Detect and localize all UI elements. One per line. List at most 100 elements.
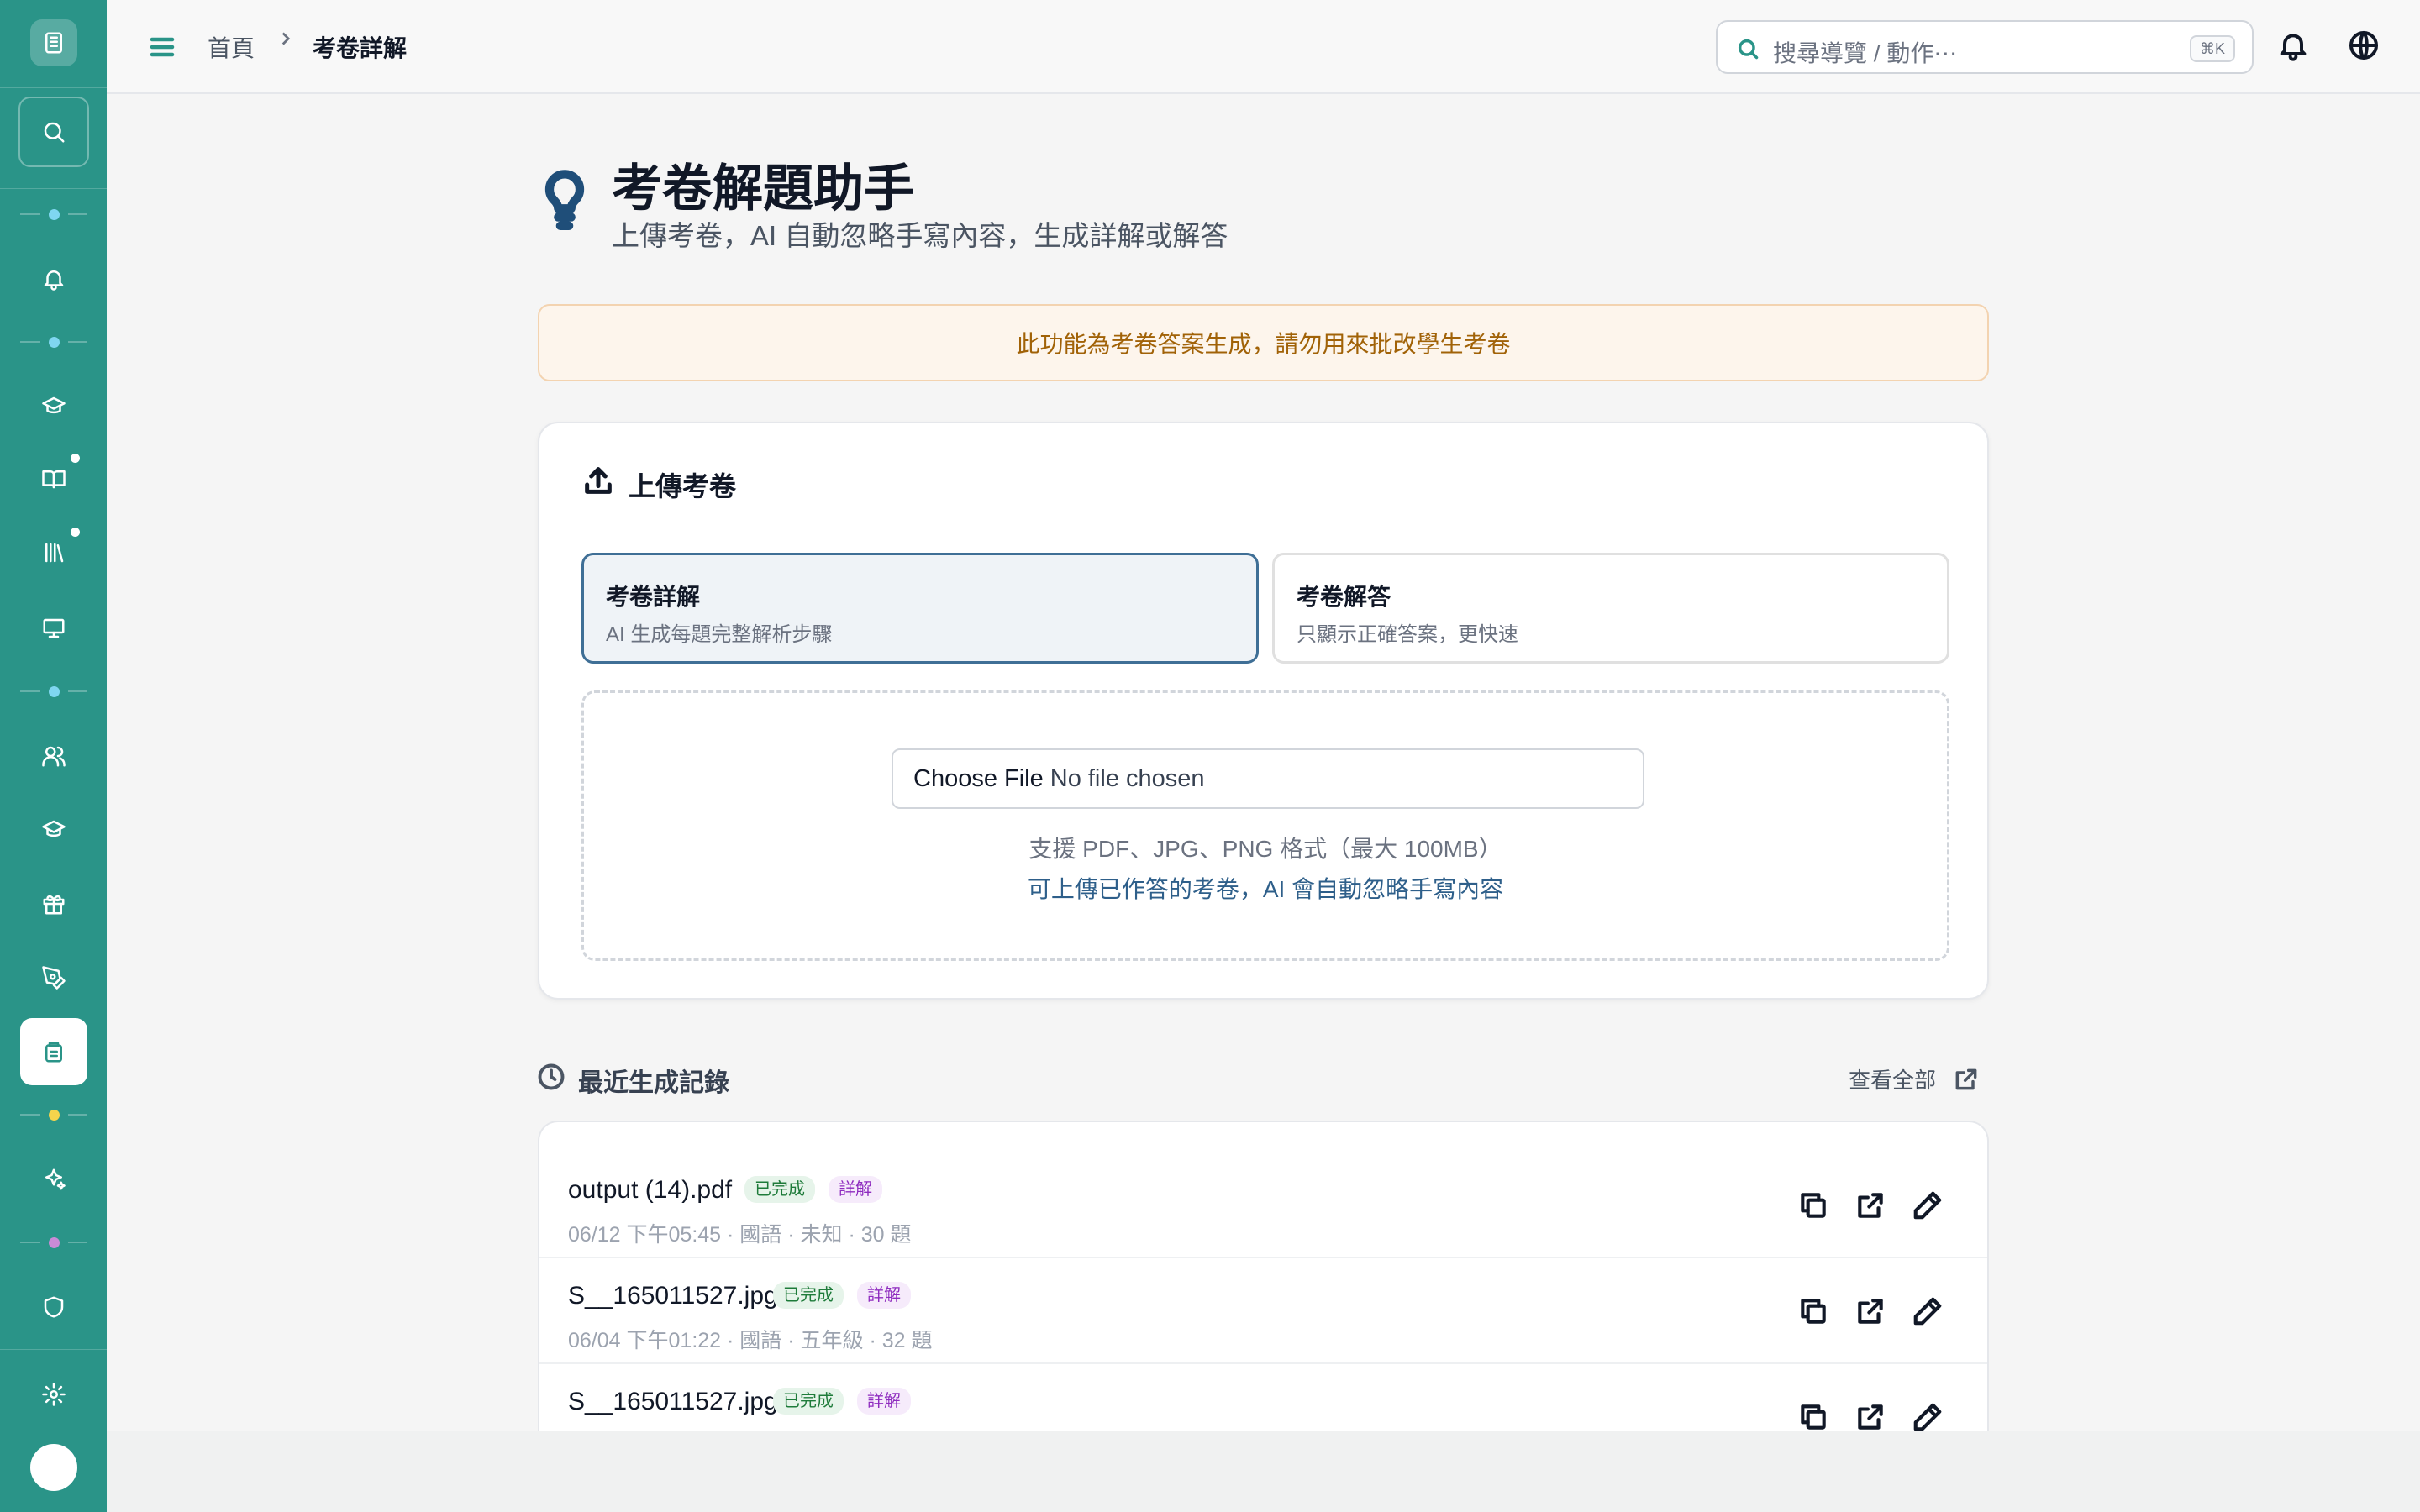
graduation-cap-icon — [41, 820, 66, 837]
external-link-icon[interactable] — [1854, 1189, 1886, 1221]
logo-icon — [45, 32, 62, 54]
status-badge: 已完成 — [744, 1176, 815, 1203]
settings-icon — [41, 1383, 66, 1406]
clock-icon — [536, 1062, 566, 1092]
mode-description: AI 生成每題完整解析步驟 — [606, 623, 833, 646]
exam-icon — [45, 1042, 62, 1063]
record-actions — [1797, 1189, 1944, 1221]
global-search-input[interactable]: 搜尋導覽 / 動作⋯ ⌘K — [1716, 20, 2254, 74]
graduation-cap-icon — [41, 396, 66, 414]
type-badge: 詳解 — [857, 1282, 911, 1309]
view-all-label: 查看全部 — [1849, 1068, 1937, 1093]
viewport-bottom-strip — [107, 1431, 2420, 1512]
monitor-icon — [43, 618, 64, 638]
page-subtitle: 上傳考卷，AI 自動忽略手寫內容，生成詳解或解答 — [612, 220, 1228, 251]
search-icon — [1738, 39, 1759, 60]
library-icon — [45, 543, 63, 563]
breadcrumb-home[interactable]: 首頁 — [208, 30, 255, 64]
search-shortcut-hint: ⌘K — [2189, 35, 2235, 62]
sidebar-item-security[interactable] — [0, 1285, 107, 1329]
edit-pencil-icon[interactable] — [1912, 1189, 1944, 1221]
top-header: 首頁 考卷詳解 搜尋導覽 / 動作⋯ ⌘K — [107, 0, 2420, 94]
bell-icon — [2280, 34, 2307, 61]
app-logo[interactable] — [0, 17, 107, 69]
upload-card-title: 上傳考卷 — [629, 471, 737, 501]
external-link-icon[interactable] — [1854, 1401, 1886, 1431]
record-meta: 06/12 下午05:45 · 國語 · 未知 · 30 題 — [568, 1223, 912, 1247]
record-meta: 06/04 下午01:22 · 國語 · 五年級 · 32 題 — [568, 1329, 933, 1352]
search-placeholder: 搜尋導覽 / 動作⋯ — [1773, 40, 1958, 66]
bell-icon — [44, 270, 63, 291]
pen-tool-icon — [41, 966, 66, 990]
external-link-icon — [1955, 1068, 1977, 1089]
sidebar-item-library[interactable] — [0, 531, 107, 575]
sidebar-item-users[interactable] — [0, 734, 107, 778]
notifications-button[interactable] — [2276, 29, 2310, 62]
list-item[interactable]: output (14).pdf 已完成 詳解 06/12 下午05:45 · 國… — [539, 1152, 1987, 1258]
mode-title: 考卷詳解 — [606, 584, 701, 610]
sparkles-icon — [45, 1168, 66, 1190]
globe-icon — [2349, 31, 2378, 60]
file-input[interactable]: Choose File No file chosen — [892, 748, 1644, 809]
sidebar-item-ai[interactable] — [0, 1158, 107, 1201]
sidebar-item-courses[interactable] — [0, 385, 107, 428]
book-icon — [41, 470, 66, 489]
type-badge: 詳解 — [829, 1176, 882, 1203]
warning-notice: 此功能為考卷答案生成，請勿用來批改學生考卷 — [538, 304, 1989, 381]
mode-title: 考卷解答 — [1297, 584, 1392, 610]
menu-toggle-button[interactable] — [147, 32, 177, 62]
record-badges: 已完成 詳解 — [744, 1176, 882, 1203]
record-filename: output (14).pdf — [568, 1176, 733, 1204]
upload-card: 上傳考卷 考卷詳解 AI 生成每題完整解析步驟 考卷解答 只顯示正確答案，更快速… — [538, 422, 1989, 1000]
sidebar-item-notifications[interactable] — [0, 257, 107, 301]
sidebar-separator — [20, 1109, 87, 1121]
record-actions — [1797, 1401, 1944, 1431]
record-filename: S__165011527.jpg — [568, 1388, 778, 1415]
sidebar-item-exam-solver[interactable] — [0, 1018, 107, 1085]
sidebar-item-editor[interactable] — [0, 956, 107, 1000]
sidebar-separator — [20, 336, 87, 348]
sidebar — [0, 0, 107, 1512]
edit-pencil-icon[interactable] — [1912, 1401, 1944, 1431]
edit-pencil-icon[interactable] — [1912, 1295, 1944, 1327]
mode-option-detailed[interactable]: 考卷詳解 AI 生成每題完整解析步驟 — [581, 553, 1259, 664]
file-dropzone[interactable]: Choose File No file chosen 支援 PDF、JPG、PN… — [581, 690, 1949, 961]
notification-dot — [71, 454, 80, 463]
sidebar-item-students[interactable] — [0, 808, 107, 852]
record-filename: S__165011527.jpg — [568, 1282, 778, 1310]
sidebar-separator — [20, 208, 87, 220]
page-title: 考卷解題助手 — [612, 160, 914, 217]
external-link-icon[interactable] — [1854, 1295, 1886, 1327]
view-all-link[interactable]: 查看全部 — [1849, 1063, 1980, 1095]
record-actions — [1797, 1295, 1944, 1327]
chevron-right-icon — [275, 28, 297, 55]
mode-description: 只顯示正確答案，更快速 — [1297, 623, 1518, 646]
notification-dot — [71, 528, 80, 537]
user-avatar[interactable] — [0, 1443, 107, 1492]
sidebar-item-settings[interactable] — [0, 1373, 107, 1416]
sidebar-separator — [20, 1236, 87, 1248]
list-item[interactable]: S__165011527.jpg 已完成 詳解 — [539, 1364, 1987, 1431]
record-badges: 已完成 詳解 — [773, 1388, 911, 1415]
upload-icon — [581, 464, 615, 497]
file-status: No file chosen — [1050, 764, 1205, 792]
search-icon — [44, 122, 64, 143]
list-item[interactable]: S__165011527.jpg 已完成 詳解 06/04 下午01:22 · … — [539, 1258, 1987, 1364]
choose-file-button[interactable]: Choose File — [913, 765, 1044, 793]
shield-icon — [44, 1296, 63, 1318]
sidebar-item-books[interactable] — [0, 457, 107, 501]
sidebar-search-button[interactable] — [0, 96, 107, 168]
mode-option-answers[interactable]: 考卷解答 只顯示正確答案，更快速 — [1272, 553, 1949, 664]
sidebar-item-rewards[interactable] — [0, 882, 107, 926]
sidebar-separator — [20, 685, 87, 697]
lightbulb-icon — [538, 170, 592, 231]
copy-icon[interactable] — [1797, 1295, 1829, 1327]
status-badge: 已完成 — [773, 1282, 844, 1309]
sidebar-item-classroom[interactable] — [0, 606, 107, 650]
format-hint: 支援 PDF、JPG、PNG 格式（最大 100MB） — [1028, 836, 1502, 862]
breadcrumb-current: 考卷詳解 — [313, 35, 408, 61]
copy-icon[interactable] — [1797, 1189, 1829, 1221]
copy-icon[interactable] — [1797, 1401, 1829, 1431]
language-button[interactable] — [2347, 29, 2381, 62]
status-badge: 已完成 — [773, 1388, 844, 1415]
